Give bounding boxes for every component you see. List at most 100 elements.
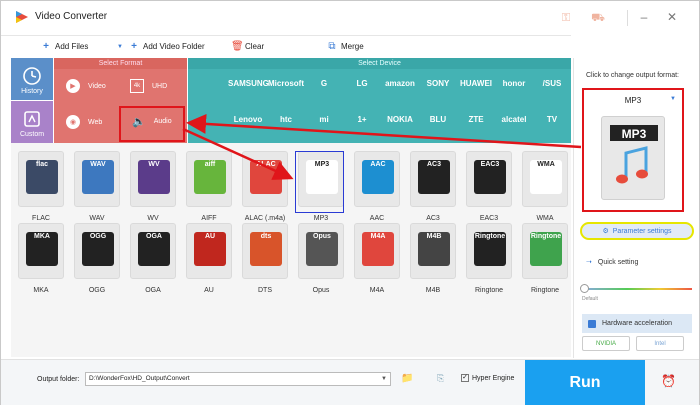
- format-tile[interactable]: MKA MKA: [15, 223, 67, 294]
- close-icon[interactable]: ✕: [665, 10, 679, 24]
- device-brand[interactable]: /SUS: [532, 79, 572, 88]
- quality-slider-track[interactable]: [584, 288, 692, 290]
- format-badge-text: Ringtone: [474, 233, 506, 240]
- video-category[interactable]: ▶ Video: [66, 79, 106, 93]
- format-tile[interactable]: AC3 AC3: [407, 151, 459, 222]
- format-tile[interactable]: AU AU: [183, 223, 235, 294]
- format-badge: WMA: [530, 160, 562, 194]
- format-label: M4A: [369, 287, 385, 294]
- format-badge: AC3: [418, 160, 450, 194]
- play-icon: ▶: [66, 79, 80, 93]
- device-brand[interactable]: G: [304, 79, 344, 88]
- nvidia-chip[interactable]: NVIDIA: [582, 336, 630, 351]
- format-label: EAC3: [479, 215, 499, 222]
- custom-button[interactable]: Custom: [11, 101, 53, 143]
- device-brand[interactable]: honor: [494, 79, 534, 88]
- hardware-acceleration-toggle[interactable]: Hardware acceleration: [582, 314, 692, 333]
- format-tile[interactable]: OGG OGG: [71, 223, 123, 294]
- format-icon: EAC3: [466, 151, 512, 207]
- format-tile[interactable]: EAC3 EAC3: [463, 151, 515, 222]
- hyper-engine-checkbox[interactable]: ✓: [461, 374, 469, 382]
- format-tile[interactable]: WAV WAV: [71, 151, 123, 222]
- folder-icon[interactable]: 📁: [401, 373, 415, 385]
- dropdown-caret-icon[interactable]: ▼: [115, 44, 125, 50]
- format-tile[interactable]: aiff AIFF: [183, 151, 235, 222]
- output-format-selector[interactable]: MP3 ▼ MP3: [582, 88, 684, 212]
- dropdown-caret-icon[interactable]: ▼: [381, 376, 387, 382]
- device-brand[interactable]: NOKIA: [380, 115, 420, 124]
- format-tile[interactable]: dts DTS: [239, 223, 291, 294]
- device-brand[interactable]: htc: [266, 115, 306, 124]
- format-tile[interactable]: AAC AAC: [351, 151, 403, 222]
- intel-label: Intel: [654, 340, 666, 347]
- merge-button[interactable]: ⧉ Merge: [327, 41, 363, 52]
- intel-chip[interactable]: Intel: [636, 336, 684, 351]
- format-tile[interactable]: flac FLAC: [15, 151, 67, 222]
- uhd-category[interactable]: 4k UHD: [130, 79, 167, 93]
- parameter-settings-label: Parameter settings: [612, 227, 672, 235]
- device-brand[interactable]: SONY: [418, 79, 458, 88]
- format-tile[interactable]: M4A M4A: [351, 223, 403, 294]
- format-tile[interactable]: OGA OGA: [127, 223, 179, 294]
- web-category[interactable]: ◉ Web: [66, 115, 102, 129]
- device-brand[interactable]: LG: [342, 79, 382, 88]
- run-button[interactable]: Run: [525, 360, 645, 405]
- hyper-engine-toggle[interactable]: ✓ Hyper Engine: [461, 374, 514, 382]
- alarm-clock-icon[interactable]: ⏰: [661, 374, 676, 388]
- device-brand[interactable]: HUAWEI: [456, 79, 496, 88]
- format-tile[interactable]: Ringtone Ringtone: [463, 223, 515, 294]
- device-brand[interactable]: mi: [304, 115, 344, 124]
- format-tile[interactable]: M4B M4B: [407, 223, 459, 294]
- format-badge-text: ALAC: [256, 161, 276, 168]
- device-brand[interactable]: BLU: [418, 115, 458, 124]
- format-badge: ALAC: [250, 160, 282, 194]
- quick-setting: ➝ Quick setting: [586, 258, 638, 267]
- format-badge-text: dts: [260, 233, 272, 240]
- format-label: FLAC: [32, 215, 50, 222]
- mp3-graphic: MP3: [610, 125, 658, 184]
- quality-slider-knob[interactable]: [580, 284, 589, 293]
- format-tile[interactable]: Opus Opus: [295, 223, 347, 294]
- clip-icon[interactable]: ⎘: [437, 373, 451, 385]
- output-folder-field[interactable]: D:\WonderFox\HD_Output\Convert: [85, 372, 391, 386]
- format-icon: M4B: [410, 223, 456, 279]
- device-brand[interactable]: TV: [532, 115, 572, 124]
- device-brand[interactable]: alcatel: [494, 115, 534, 124]
- hardware-acceleration-checkbox[interactable]: [588, 319, 596, 328]
- format-tile[interactable]: WV WV: [127, 151, 179, 222]
- format-icon: OGA: [130, 223, 176, 279]
- format-tile[interactable]: WMA WMA: [519, 151, 571, 222]
- format-badge: AAC: [362, 160, 394, 194]
- device-brand[interactable]: Lenovo: [228, 115, 268, 124]
- plus-icon: +: [131, 41, 137, 52]
- history-button[interactable]: History: [11, 58, 53, 100]
- minimize-icon[interactable]: –: [637, 10, 651, 24]
- format-badge-text: Opus: [313, 233, 331, 240]
- format-badge-text: M4A: [370, 233, 386, 240]
- output-format-hint: Click to change output format:: [586, 72, 679, 79]
- format-icon: Ringtone: [466, 223, 512, 279]
- audio-highlight-box: [119, 106, 185, 142]
- format-label: AAC: [369, 215, 385, 222]
- select-device-panel: Select Device SAMSUNG Microsoft G LG amazon S…: [188, 58, 571, 143]
- dropdown-caret-icon[interactable]: ▼: [670, 96, 676, 102]
- format-tile[interactable]: Ringtone Ringtone: [519, 223, 571, 294]
- add-files-button[interactable]: + Add Files: [41, 41, 88, 52]
- format-icon: MKA: [18, 223, 64, 279]
- clear-button[interactable]: 🗑 Clear: [231, 41, 264, 52]
- format-label: Ringtone: [530, 287, 560, 294]
- parameter-settings-button[interactable]: ⚙ Parameter settings: [580, 222, 694, 240]
- cart-icon[interactable]: ⛟: [591, 11, 605, 25]
- format-tile[interactable]: ALAC ALAC (.m4a): [239, 151, 291, 222]
- format-badge: Ringtone: [530, 232, 562, 266]
- device-brand[interactable]: amazon: [380, 79, 420, 88]
- custom-icon: [24, 111, 40, 127]
- key-icon[interactable]: ⚿: [559, 11, 573, 25]
- device-brand[interactable]: SAMSUNG: [228, 79, 269, 88]
- device-brand[interactable]: ZTE: [456, 115, 496, 124]
- device-brand[interactable]: 1+: [342, 115, 382, 124]
- chrome-icon: ◉: [66, 115, 80, 129]
- add-video-folder-button[interactable]: ▼ + Add Video Folder: [115, 41, 205, 52]
- category-sidebar: History Custom: [11, 58, 53, 143]
- device-brand[interactable]: Microsoft: [266, 79, 306, 88]
